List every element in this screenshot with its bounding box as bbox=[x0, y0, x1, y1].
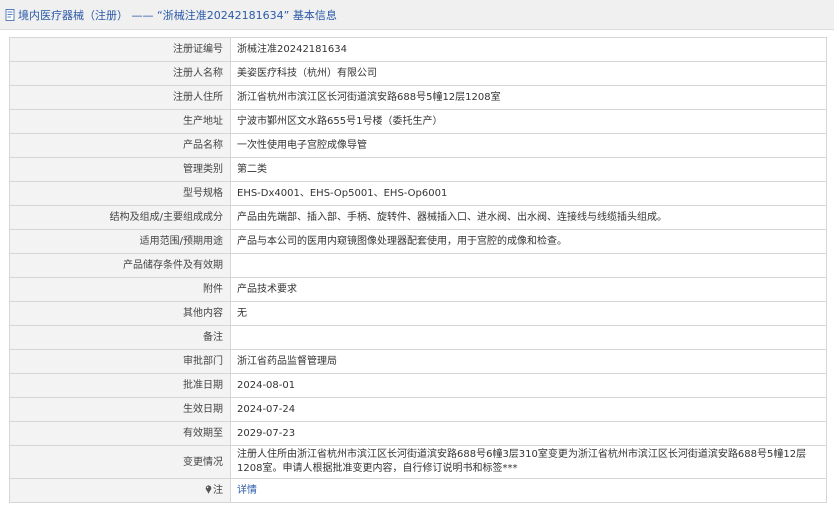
note-row: 注 详情 bbox=[9, 478, 827, 503]
row-label: 注册证编号 bbox=[9, 37, 231, 62]
row-label: 型号规格 bbox=[9, 181, 231, 206]
row-value: 产品与本公司的医用内窥镜图像处理器配套使用，用于宫腔的成像和检查。 bbox=[230, 229, 827, 254]
row-label: 产品储存条件及有效期 bbox=[9, 253, 231, 278]
pin-icon bbox=[205, 485, 212, 494]
row-value: 美姿医疗科技（杭州）有限公司 bbox=[230, 61, 827, 86]
table-row: 注册人名称 美姿医疗科技（杭州）有限公司 bbox=[9, 61, 827, 86]
row-label: 注册人名称 bbox=[9, 61, 231, 86]
row-value bbox=[230, 325, 827, 350]
row-value: 2024-07-24 bbox=[230, 397, 827, 422]
table-row: 生产地址 宁波市鄞州区文水路655号1号楼（委托生产） bbox=[9, 109, 827, 134]
table-row: 产品储存条件及有效期 bbox=[9, 253, 827, 278]
row-value: 第二类 bbox=[230, 157, 827, 182]
row-label: 管理类别 bbox=[9, 157, 231, 182]
table-row: 备注 bbox=[9, 325, 827, 350]
row-value: EHS-Dx4001、EHS-Op5001、EHS-Op6001 bbox=[230, 181, 827, 206]
row-label: 生效日期 bbox=[9, 397, 231, 422]
table-row: 注册人住所 浙江省杭州市滨江区长河街道滨安路688号5幢12层1208室 bbox=[9, 85, 827, 110]
row-value: 2024-08-01 bbox=[230, 373, 827, 398]
note-value: 详情 bbox=[230, 478, 827, 503]
detail-table: 注册证编号 浙械注准20242181634 注册人名称 美姿医疗科技（杭州）有限… bbox=[9, 37, 827, 503]
table-row: 产品名称 一次性使用电子宫腔成像导管 bbox=[9, 133, 827, 158]
row-value: 注册人住所由浙江省杭州市滨江区长河街道滨安路688号6幢3层310室变更为浙江省… bbox=[230, 445, 827, 479]
row-label: 生产地址 bbox=[9, 109, 231, 134]
page-header: 境内医疗器械（注册） —— “浙械注准20242181634” 基本信息 bbox=[0, 0, 834, 30]
table-row: 其他内容 无 bbox=[9, 301, 827, 326]
row-label: 产品名称 bbox=[9, 133, 231, 158]
note-label: 注 bbox=[213, 485, 223, 496]
row-label: 批准日期 bbox=[9, 373, 231, 398]
row-value: 产品技术要求 bbox=[230, 277, 827, 302]
table-row: 生效日期 2024-07-24 bbox=[9, 397, 827, 422]
table-row: 批准日期 2024-08-01 bbox=[9, 373, 827, 398]
row-label: 审批部门 bbox=[9, 349, 231, 374]
row-value: 产品由先端部、插入部、手柄、旋转件、器械插入口、进水阀、出水阀、连接线与线缆插头… bbox=[230, 205, 827, 230]
details-link[interactable]: 详情 bbox=[237, 485, 257, 496]
table-row: 附件 产品技术要求 bbox=[9, 277, 827, 302]
table-row: 变更情况 注册人住所由浙江省杭州市滨江区长河街道滨安路688号6幢3层310室变… bbox=[9, 445, 827, 479]
table-row: 注册证编号 浙械注准20242181634 bbox=[9, 37, 827, 62]
table-row: 型号规格 EHS-Dx4001、EHS-Op5001、EHS-Op6001 bbox=[9, 181, 827, 206]
table-row: 有效期至 2029-07-23 bbox=[9, 421, 827, 446]
row-value: 浙江省药品监督管理局 bbox=[230, 349, 827, 374]
row-value: 一次性使用电子宫腔成像导管 bbox=[230, 133, 827, 158]
row-value: 浙械注准20242181634 bbox=[230, 37, 827, 62]
row-label: 变更情况 bbox=[9, 445, 231, 479]
document-icon bbox=[5, 8, 15, 21]
table-row: 管理类别 第二类 bbox=[9, 157, 827, 182]
note-label-cell: 注 bbox=[9, 478, 231, 503]
page-title: 境内医疗器械（注册） —— “浙械注准20242181634” 基本信息 bbox=[18, 8, 337, 22]
row-value: 宁波市鄞州区文水路655号1号楼（委托生产） bbox=[230, 109, 827, 134]
row-label: 结构及组成/主要组成成分 bbox=[9, 205, 231, 230]
row-value bbox=[230, 253, 827, 278]
row-label: 有效期至 bbox=[9, 421, 231, 446]
row-label: 附件 bbox=[9, 277, 231, 302]
row-label: 适用范围/预期用途 bbox=[9, 229, 231, 254]
row-label: 备注 bbox=[9, 325, 231, 350]
row-label: 注册人住所 bbox=[9, 85, 231, 110]
table-row: 适用范围/预期用途 产品与本公司的医用内窥镜图像处理器配套使用，用于宫腔的成像和… bbox=[9, 229, 827, 254]
table-row: 结构及组成/主要组成成分 产品由先端部、插入部、手柄、旋转件、器械插入口、进水阀… bbox=[9, 205, 827, 230]
row-label: 其他内容 bbox=[9, 301, 231, 326]
row-value: 无 bbox=[230, 301, 827, 326]
row-value: 浙江省杭州市滨江区长河街道滨安路688号5幢12层1208室 bbox=[230, 85, 827, 110]
table-row: 审批部门 浙江省药品监督管理局 bbox=[9, 349, 827, 374]
row-value: 2029-07-23 bbox=[230, 421, 827, 446]
